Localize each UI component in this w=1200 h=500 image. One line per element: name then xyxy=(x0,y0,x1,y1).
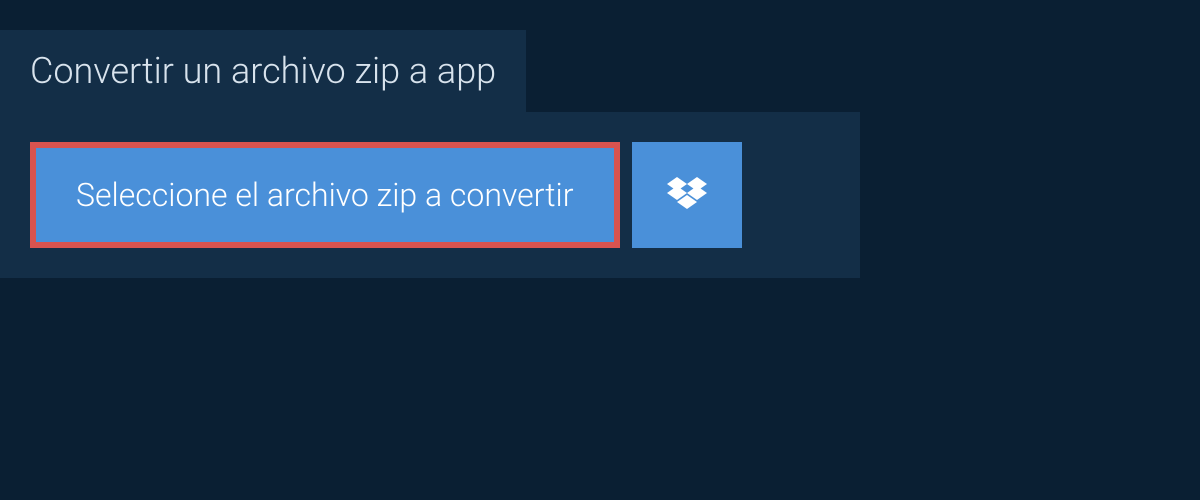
select-file-label: Seleccione el archivo zip a convertir xyxy=(76,176,574,214)
page-title-tab: Convertir un archivo zip a app xyxy=(0,30,526,112)
upload-panel: Seleccione el archivo zip a convertir xyxy=(0,112,860,278)
dropbox-icon xyxy=(667,177,707,213)
select-file-button[interactable]: Seleccione el archivo zip a convertir xyxy=(30,142,620,248)
button-row: Seleccione el archivo zip a convertir xyxy=(30,142,830,248)
dropbox-button[interactable] xyxy=(632,142,742,248)
converter-container: Convertir un archivo zip a app Seleccion… xyxy=(0,0,1200,278)
page-title: Convertir un archivo zip a app xyxy=(30,50,496,92)
